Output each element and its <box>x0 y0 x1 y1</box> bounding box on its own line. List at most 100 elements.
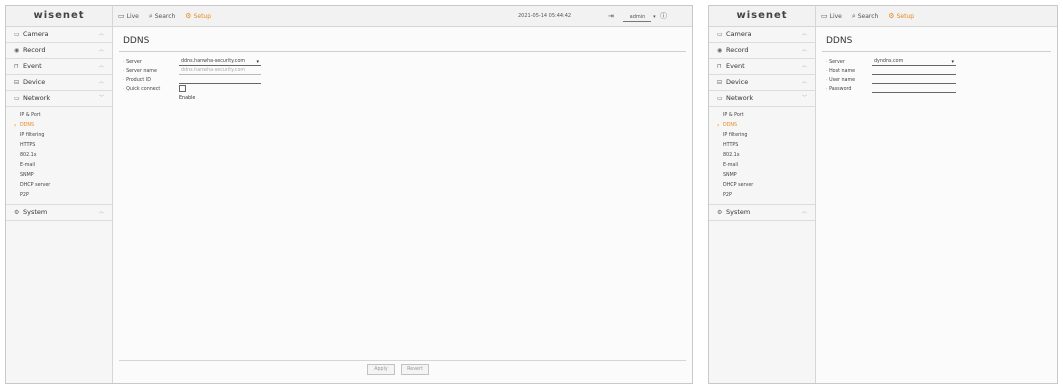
content-area: DDNS Server ddns.hanwha-security.com Ser… <box>113 27 692 383</box>
quick-connect-label: Quick connect <box>123 85 185 94</box>
sidebar-subitem-dhcp-server[interactable]: DHCP server <box>709 181 815 191</box>
network-icon: ▭ <box>717 95 723 102</box>
sidebar-subitem-ip-port[interactable]: IP & Port <box>709 111 815 121</box>
sidebar-item-camera[interactable]: ▭ Camera ︿ <box>709 27 815 43</box>
nav-setup[interactable]: ⚙ Setup <box>888 12 914 20</box>
sidebar-subitem-email[interactable]: E-mail <box>709 161 815 171</box>
sidebar-subitem-ddns[interactable]: DDNS <box>709 121 815 131</box>
sidebar-subitem-ddns[interactable]: DDNS <box>6 121 112 131</box>
chevron-up-icon: ︿ <box>98 209 104 215</box>
user-area: ⇥ admin ▾ ⓘ <box>608 6 667 26</box>
chevron-up-icon: ︿ <box>801 63 807 69</box>
content-area: DDNS Server dyndns.com Host name User na… <box>816 27 1057 383</box>
sidebar-item-network[interactable]: ▭ Network ﹀ <box>709 91 815 107</box>
sidebar-subitem-snmp[interactable]: SNMP <box>709 171 815 181</box>
sidebar-subitem-8021x[interactable]: 802.1x <box>709 151 815 161</box>
host-name-field[interactable] <box>872 67 956 75</box>
product-id-row: Product ID <box>123 76 261 85</box>
server-row: Server ddns.hanwha-security.com <box>123 58 261 67</box>
sidebar-subitem-p2p[interactable]: P2P <box>6 191 112 201</box>
sidebar-item-event[interactable]: ⊓ Event ︿ <box>709 59 815 75</box>
server-row: Server dyndns.com <box>826 58 956 67</box>
sidebar-subitem-https[interactable]: HTTPS <box>6 141 112 151</box>
camera-icon: ▭ <box>14 31 20 38</box>
sidebar-subitem-ip-filtering[interactable]: IP filtering <box>709 131 815 141</box>
record-icon: ◉ <box>14 47 20 54</box>
user-name-row: User name <box>826 76 956 85</box>
top-bar: wisenet ▭ Live ⌕ Search ⚙ Setup 2021-05-14 … <box>6 6 692 27</box>
system-icon: ⚙ <box>14 209 20 216</box>
sidebar-item-record[interactable]: ◉ Record ︿ <box>6 43 112 59</box>
network-submenu: IP & Port DDNS IP filtering HTTPS 802.1x… <box>6 107 112 205</box>
nav-live[interactable]: ▭ Live <box>118 12 139 20</box>
enable-checkbox[interactable] <box>179 85 186 92</box>
wisenet-logo: wisenet <box>709 6 816 26</box>
quick-connect-row: Quick connect Enable <box>123 85 195 101</box>
server-name-row: Server name ddns.hanwha-security.com <box>123 67 261 76</box>
gear-icon: ⚙ <box>185 12 192 20</box>
chevron-up-icon: ︿ <box>98 47 104 53</box>
nav-setup[interactable]: ⚙ Setup <box>185 12 211 20</box>
network-submenu: IP & Port DDNS IP filtering HTTPS 802.1x… <box>709 107 815 205</box>
event-icon: ⊓ <box>717 63 722 70</box>
user-dropdown[interactable]: admin <box>623 13 652 22</box>
sidebar-subitem-dhcp-server[interactable]: DHCP server <box>6 181 112 191</box>
sidebar-item-device[interactable]: ⊟ Device ︿ <box>6 75 112 91</box>
chevron-up-icon: ︿ <box>801 31 807 37</box>
monitor-icon: ▭ <box>821 12 828 20</box>
server-select[interactable]: dyndns.com <box>872 58 956 66</box>
sidebar-item-record[interactable]: ◉ Record ︿ <box>709 43 815 59</box>
network-icon: ▭ <box>14 95 20 102</box>
sidebar-item-device[interactable]: ⊟ Device ︿ <box>709 75 815 91</box>
chevron-down-icon: ﹀ <box>801 95 807 101</box>
product-id-field[interactable] <box>179 76 261 84</box>
page-title: DDNS <box>826 36 853 46</box>
password-field[interactable] <box>872 85 956 93</box>
chevron-up-icon: ︿ <box>801 47 807 53</box>
chevron-up-icon: ︿ <box>98 63 104 69</box>
title-divider <box>822 51 1051 52</box>
logout-icon[interactable]: ⇥ <box>608 12 614 20</box>
ddns-settings-panel-dyndns: wisenet ▭ Live ⌕ Search ⚙ Setup ▭ Camera ︿ ◉ R… <box>708 5 1058 384</box>
sidebar-subitem-snmp[interactable]: SNMP <box>6 171 112 181</box>
server-name-field[interactable]: ddns.hanwha-security.com <box>179 67 261 75</box>
ddns-form: Server ddns.hanwha-security.com Server n… <box>123 58 261 101</box>
chevron-up-icon: ︿ <box>801 79 807 85</box>
quick-connect-enable[interactable]: Enable <box>179 85 195 103</box>
server-select[interactable]: ddns.hanwha-security.com <box>179 58 261 66</box>
sidebar-subitem-ip-filtering[interactable]: IP filtering <box>6 131 112 141</box>
chevron-down-icon: ▾ <box>653 14 656 20</box>
camera-icon: ▭ <box>717 31 723 38</box>
revert-button[interactable]: Revert <box>401 364 429 375</box>
main-nav: ▭ Live ⌕ Search ⚙ Setup <box>821 6 922 26</box>
gear-icon: ⚙ <box>888 12 895 20</box>
sidebar-subitem-p2p[interactable]: P2P <box>709 191 815 201</box>
sidebar: ▭ Camera ︿ ◉ Record ︿ ⊓ Event ︿ ⊟ Device ︿ ▭ Netw… <box>709 27 816 383</box>
server-label: Server <box>123 58 185 67</box>
sidebar-item-system[interactable]: ⚙ System ︿ <box>6 205 112 221</box>
sidebar-subitem-ip-port[interactable]: IP & Port <box>6 111 112 121</box>
device-icon: ⊟ <box>14 79 20 86</box>
record-icon: ◉ <box>717 47 723 54</box>
apply-button[interactable]: Apply <box>367 364 395 375</box>
chevron-down-icon: ﹀ <box>98 95 104 101</box>
sidebar-subitem-email[interactable]: E-mail <box>6 161 112 171</box>
product-id-label: Product ID <box>123 76 185 85</box>
sidebar-item-system[interactable]: ⚙ System ︿ <box>709 205 815 221</box>
top-bar: wisenet ▭ Live ⌕ Search ⚙ Setup <box>709 6 1057 27</box>
nav-search[interactable]: ⌕ Search <box>149 12 176 20</box>
sidebar-subitem-8021x[interactable]: 802.1x <box>6 151 112 161</box>
nav-live[interactable]: ▭ Live <box>821 12 842 20</box>
sidebar-subitem-https[interactable]: HTTPS <box>709 141 815 151</box>
footer-bar: Apply Revert <box>119 360 686 375</box>
sidebar-item-camera[interactable]: ▭ Camera ︿ <box>6 27 112 43</box>
chevron-up-icon: ︿ <box>98 31 104 37</box>
host-name-row: Host name <box>826 67 956 76</box>
help-icon[interactable]: ⓘ <box>660 12 667 20</box>
datetime: 2021-05-14 05:44:42 <box>518 13 572 19</box>
nav-search[interactable]: ⌕ Search <box>852 12 879 20</box>
sidebar-item-event[interactable]: ⊓ Event ︿ <box>6 59 112 75</box>
user-name-field[interactable] <box>872 76 956 84</box>
sidebar-item-network[interactable]: ▭ Network ﹀ <box>6 91 112 107</box>
password-row: Password <box>826 85 956 94</box>
